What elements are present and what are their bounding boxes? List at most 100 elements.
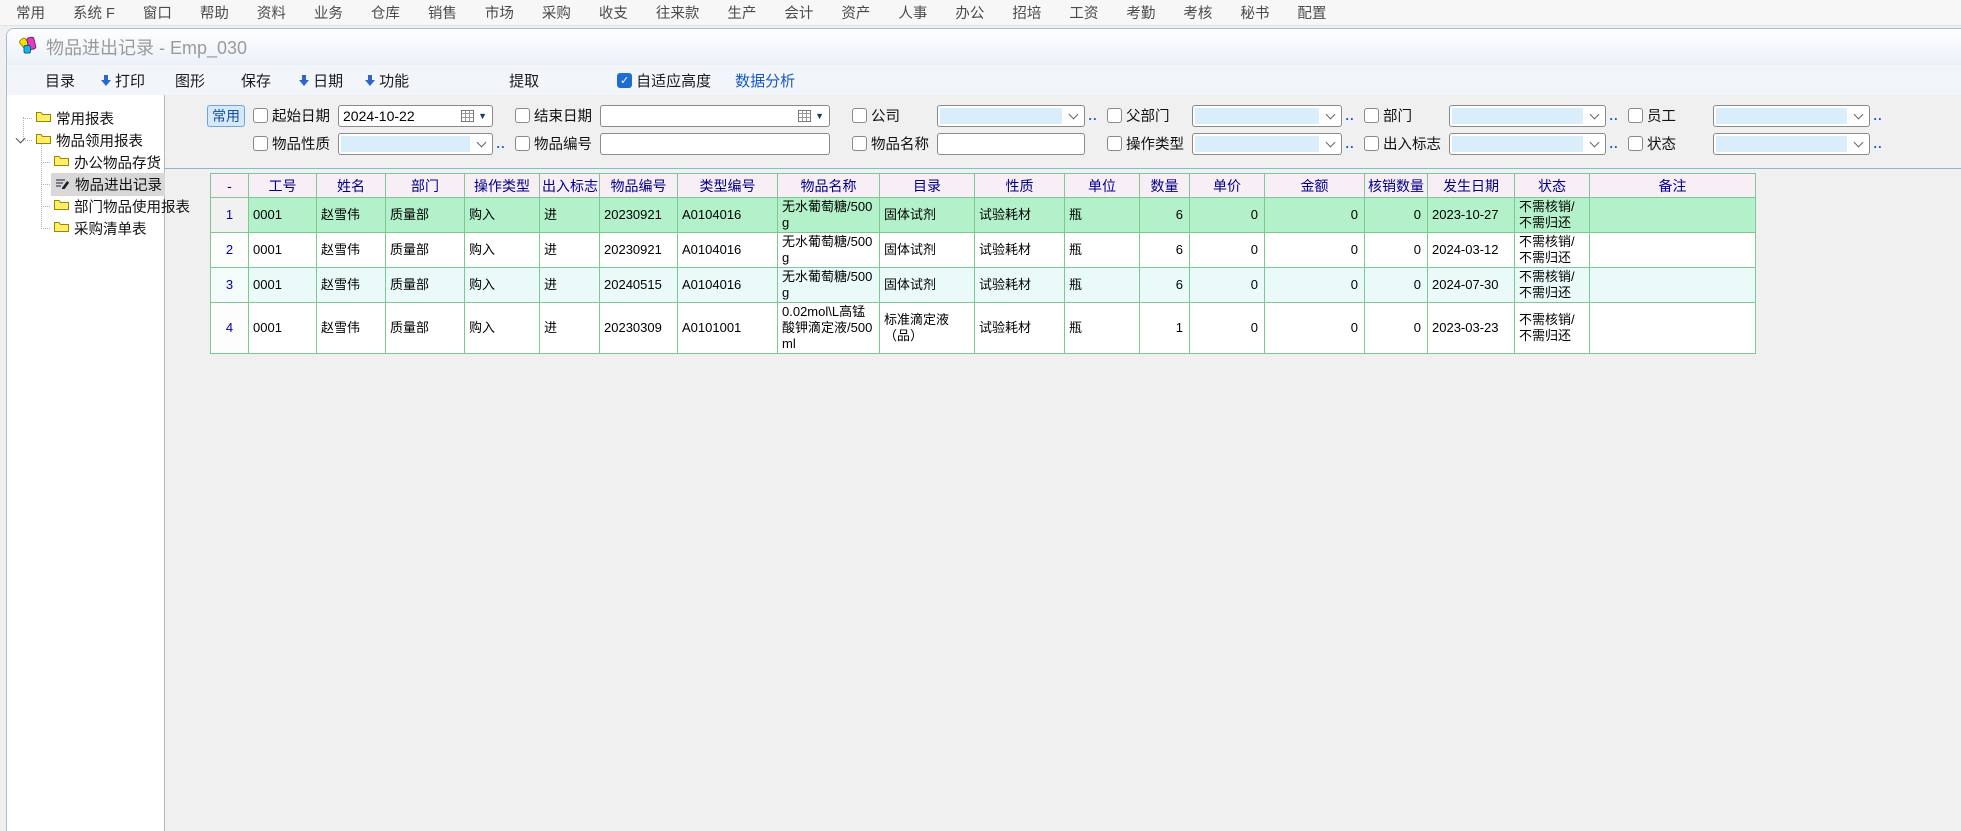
column-header-qty[interactable]: 数量: [1140, 174, 1190, 198]
table-cell-category[interactable]: 固体试剂: [880, 268, 975, 303]
menu-item-10[interactable]: 收支: [585, 0, 642, 26]
graph-button[interactable]: 图形: [175, 70, 205, 91]
table-row[interactable]: 20001赵雪伟质量部购入进20230921A0104016无水葡萄糖/500g…: [211, 233, 1756, 268]
print-button[interactable]: 打印: [101, 70, 145, 91]
column-header-nature[interactable]: 性质: [975, 174, 1065, 198]
menu-item-9[interactable]: 采购: [528, 0, 585, 26]
table-cell-dept[interactable]: 质量部: [386, 233, 465, 268]
save-button[interactable]: 保存: [241, 70, 271, 91]
dept-select[interactable]: [1449, 105, 1606, 127]
table-cell-unit[interactable]: 瓶: [1065, 233, 1140, 268]
op-type-select[interactable]: [1192, 133, 1342, 155]
menu-item-5[interactable]: 业务: [300, 0, 357, 26]
menu-item-3[interactable]: 帮助: [186, 0, 243, 26]
menu-item-6[interactable]: 仓库: [357, 0, 414, 26]
column-header-remark[interactable]: 备注: [1590, 174, 1756, 198]
date-dropdown-arrow-icon[interactable]: ▼: [813, 111, 829, 121]
table-cell-unit_price[interactable]: 0: [1190, 268, 1265, 303]
table-cell-qty[interactable]: 1: [1140, 303, 1190, 354]
table-cell-qty[interactable]: 6: [1140, 198, 1190, 233]
in-out-flag-checkbox[interactable]: [1364, 136, 1379, 151]
column-header-in_out_flag[interactable]: 出入标志: [540, 174, 600, 198]
column-header-item_name[interactable]: 物品名称: [778, 174, 880, 198]
table-cell-qty[interactable]: 6: [1140, 268, 1190, 303]
column-header-amount[interactable]: 金额: [1265, 174, 1365, 198]
table-cell-category[interactable]: 固体试剂: [880, 198, 975, 233]
table-cell-index[interactable]: 1: [211, 198, 249, 233]
menu-item-1[interactable]: 系统 F: [59, 0, 129, 26]
table-cell-unit_price[interactable]: 0: [1190, 198, 1265, 233]
table-cell-item_name[interactable]: 无水葡萄糖/500g: [778, 268, 880, 303]
table-cell-nature[interactable]: 试验耗材: [975, 233, 1065, 268]
in-out-flag-select[interactable]: [1449, 133, 1606, 155]
table-cell-amount[interactable]: 0: [1265, 303, 1365, 354]
column-header-type_no[interactable]: 类型编号: [678, 174, 778, 198]
table-cell-index[interactable]: 4: [211, 303, 249, 354]
tree-item-purchase-list[interactable]: 采购清单表: [7, 217, 164, 239]
menu-item-2[interactable]: 窗口: [129, 0, 186, 26]
menu-item-15[interactable]: 人事: [884, 0, 941, 26]
item-no-input[interactable]: [600, 133, 830, 155]
auto-height-toggle[interactable]: ✓ 自适应高度: [617, 70, 711, 91]
column-header-item_no[interactable]: 物品编号: [600, 174, 678, 198]
column-header-name[interactable]: 姓名: [317, 174, 386, 198]
column-header-index[interactable]: -: [211, 174, 249, 198]
company-select[interactable]: [937, 105, 1085, 127]
chevron-down-icon[interactable]: [1319, 114, 1341, 118]
chevron-down-icon[interactable]: [1583, 114, 1605, 118]
table-cell-amount[interactable]: 0: [1265, 233, 1365, 268]
table-cell-status[interactable]: 不需核销/不需归还: [1515, 268, 1590, 303]
employee-select[interactable]: [1713, 105, 1870, 127]
table-row[interactable]: 40001赵雪伟质量部购入进20230309A01010010.02mol\L高…: [211, 303, 1756, 354]
table-cell-unit[interactable]: 瓶: [1065, 198, 1140, 233]
expanded-chevron-icon[interactable]: [16, 134, 26, 144]
end-date-input[interactable]: ▼: [600, 105, 830, 127]
menu-item-20[interactable]: 考核: [1169, 0, 1226, 26]
chevron-down-icon[interactable]: [1583, 142, 1605, 146]
auto-height-checkbox[interactable]: ✓: [617, 73, 632, 88]
tree-item-dept-item-usage-report[interactable]: 部门物品使用报表: [7, 195, 164, 217]
table-cell-status[interactable]: 不需核销/不需归还: [1515, 198, 1590, 233]
table-cell-writeoff_qty[interactable]: 0: [1365, 268, 1428, 303]
date-dropdown-arrow-icon[interactable]: ▼: [476, 111, 492, 121]
chevron-down-icon[interactable]: [470, 142, 492, 146]
chevron-down-icon[interactable]: [1847, 142, 1869, 146]
column-header-category[interactable]: 目录: [880, 174, 975, 198]
table-cell-date[interactable]: 2024-07-30: [1428, 268, 1515, 303]
function-menu-button[interactable]: 功能: [365, 70, 409, 91]
table-cell-emp_id[interactable]: 0001: [249, 233, 317, 268]
parent-dept-checkbox[interactable]: [1107, 108, 1122, 123]
menu-item-21[interactable]: 秘书: [1226, 0, 1283, 26]
extract-button[interactable]: 提取: [509, 70, 539, 91]
table-cell-op_type[interactable]: 购入: [465, 233, 540, 268]
table-cell-item_name[interactable]: 无水葡萄糖/500g: [778, 198, 880, 233]
item-nature-checkbox[interactable]: [253, 136, 268, 151]
table-cell-amount[interactable]: 0: [1265, 198, 1365, 233]
table-cell-op_type[interactable]: 购入: [465, 268, 540, 303]
menu-item-22[interactable]: 配置: [1283, 0, 1340, 26]
parent-dept-select[interactable]: [1192, 105, 1342, 127]
item-name-checkbox[interactable]: [852, 136, 867, 151]
table-cell-in_out_flag[interactable]: 进: [540, 198, 600, 233]
table-cell-unit[interactable]: 瓶: [1065, 268, 1140, 303]
start-date-checkbox[interactable]: [253, 108, 268, 123]
tree-item-office-item-stock[interactable]: 办公物品存货: [7, 151, 164, 173]
table-row[interactable]: 10001赵雪伟质量部购入进20230921A0104016无水葡萄糖/500g…: [211, 198, 1756, 233]
menu-item-17[interactable]: 招培: [998, 0, 1055, 26]
table-cell-nature[interactable]: 试验耗材: [975, 268, 1065, 303]
end-date-checkbox[interactable]: [515, 108, 530, 123]
common-filter-button[interactable]: 常用: [207, 105, 245, 127]
chevron-down-icon[interactable]: [1062, 114, 1084, 118]
table-cell-item_name[interactable]: 0.02mol\L高锰酸钾滴定液/500ml: [778, 303, 880, 354]
table-cell-emp_id[interactable]: 0001: [249, 303, 317, 354]
table-cell-dept[interactable]: 质量部: [386, 198, 465, 233]
table-cell-op_type[interactable]: 购入: [465, 198, 540, 233]
table-cell-writeoff_qty[interactable]: 0: [1365, 198, 1428, 233]
table-cell-index[interactable]: 3: [211, 268, 249, 303]
table-cell-remark[interactable]: [1590, 303, 1756, 354]
table-cell-writeoff_qty[interactable]: 0: [1365, 303, 1428, 354]
table-cell-type_no[interactable]: A0104016: [678, 268, 778, 303]
table-cell-remark[interactable]: [1590, 233, 1756, 268]
table-cell-qty[interactable]: 6: [1140, 233, 1190, 268]
menu-item-12[interactable]: 生产: [713, 0, 770, 26]
